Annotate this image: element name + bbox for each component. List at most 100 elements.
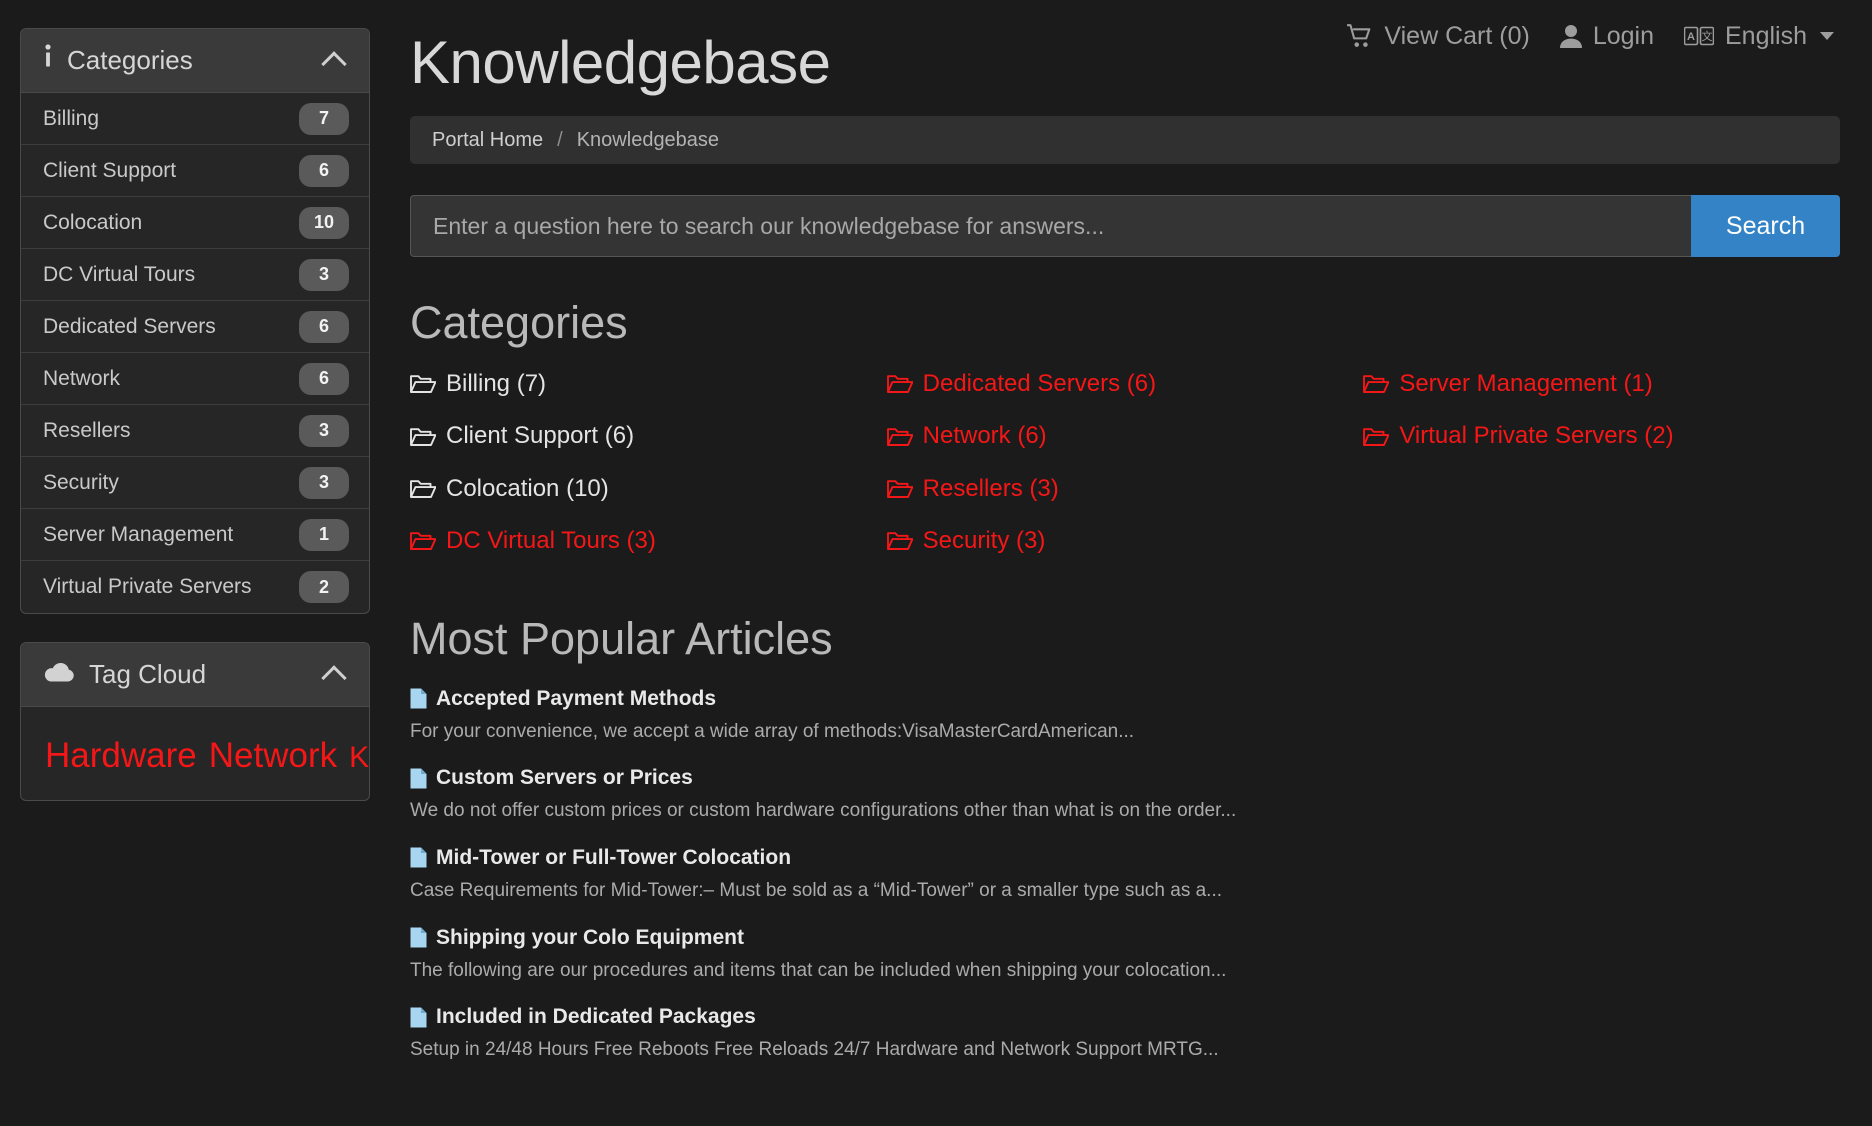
category-link-label: Virtual Private Servers (2)	[1399, 422, 1674, 450]
category-link-label: Resellers (3)	[922, 474, 1059, 502]
folder-open-icon	[410, 479, 436, 499]
tag-cloud-panel-header[interactable]: Tag Cloud	[21, 643, 369, 707]
cloud-icon	[43, 659, 75, 690]
article-item: Custom Servers or Prices We do not offer …	[410, 766, 1840, 824]
sidebar-item-label: Network	[43, 366, 121, 390]
sidebar-item-dc-virtual-tours[interactable]: DC Virtual Tours 3	[21, 249, 369, 301]
article-link[interactable]: Mid-Tower or Full-Tower Colocation	[410, 846, 1840, 870]
sidebar-item-count-badge: 6	[299, 362, 349, 395]
category-link-label: Security (3)	[922, 527, 1046, 555]
sidebar-item-label: Server Management	[43, 522, 234, 546]
folder-open-icon	[410, 427, 436, 447]
article-link[interactable]: Custom Servers or Prices	[410, 766, 1840, 790]
sidebar-item-count-badge: 1	[299, 518, 349, 551]
article-description: For your convenience, we accept a wide a…	[410, 720, 1135, 742]
category-link[interactable]: Dedicated Servers (6)	[886, 365, 1364, 403]
search-button[interactable]: Search	[1691, 195, 1840, 257]
category-link[interactable]: Security (3)	[886, 522, 1364, 560]
folder-open-icon	[886, 374, 913, 394]
article-title-label: Custom Servers or Prices	[436, 766, 693, 790]
article-description: The following are our procedures and ite…	[410, 959, 1227, 981]
file-icon	[410, 847, 427, 868]
article-item: Accepted Payment Methods For your conveni…	[410, 687, 1840, 745]
categories-panel-title: Categories	[67, 45, 193, 75]
sidebar-item-resellers[interactable]: Resellers 3	[21, 405, 369, 457]
sidebar-item-network[interactable]: Network 6	[21, 353, 369, 405]
tag-cloud-item[interactable]: KVM	[349, 741, 369, 774]
article-link[interactable]: Shipping your Colo Equipment	[410, 926, 1840, 950]
sidebar-item-label: Security	[43, 470, 119, 494]
sidebar-categories-panel: Categories Billing 7 Client Support 6 Coloca…	[20, 28, 370, 614]
article-description: Setup in 24/48 Hours Free Reboots Free R…	[410, 1039, 1219, 1061]
file-icon	[410, 1007, 427, 1028]
sidebar-item-count-badge: 6	[299, 310, 349, 343]
categories-heading: Categories	[410, 297, 628, 348]
categories-panel-header[interactable]: Categories	[21, 29, 369, 93]
tag-cloud-item[interactable]: Hardware	[45, 736, 197, 775]
chevron-up-icon[interactable]	[321, 50, 347, 77]
sidebar-item-virtual-private-servers[interactable]: Virtual Private Servers 2	[21, 561, 369, 613]
article-description: Case Requirements for Mid-Tower:– Must b…	[410, 879, 1223, 901]
article-title-label: Shipping your Colo Equipment	[436, 925, 744, 949]
file-icon	[410, 768, 427, 789]
category-link-label: Dedicated Servers (6)	[922, 370, 1157, 397]
sidebar-item-security[interactable]: Security 3	[21, 457, 369, 509]
search-input[interactable]	[410, 195, 1691, 257]
knowledgebase-page: View Cart (0) Login A 文 English Categori…	[0, 0, 1872, 1126]
category-grid-spacer	[1363, 470, 1840, 508]
sidebar-item-label: Colocation	[43, 210, 143, 234]
sidebar-item-count-badge: 7	[299, 102, 349, 135]
category-link-label: Billing (7)	[446, 370, 547, 397]
breadcrumb: Portal Home / Knowledgebase	[410, 116, 1840, 164]
chevron-up-icon[interactable]	[321, 664, 347, 691]
category-link[interactable]: Client Support (6)	[410, 417, 887, 455]
breadcrumb-separator: /	[557, 128, 563, 151]
category-link[interactable]: Virtual Private Servers (2)	[1363, 417, 1840, 455]
article-item: Shipping your Colo Equipment The followin…	[410, 926, 1840, 984]
category-grid: Billing (7) Dedicated Servers (6) Server M…	[410, 365, 1840, 561]
sidebar-item-count-badge: 3	[299, 414, 349, 447]
sidebar-item-billing[interactable]: Billing 7	[21, 93, 369, 145]
sidebar-item-label: Virtual Private Servers	[43, 575, 252, 598]
category-link-label: Client Support (6)	[446, 422, 635, 450]
category-grid-spacer	[1363, 522, 1840, 560]
sidebar-item-count-badge: 10	[299, 206, 349, 239]
category-link-label: Network (6)	[922, 422, 1047, 450]
category-link[interactable]: DC Virtual Tours (3)	[410, 522, 887, 560]
folder-open-icon	[1363, 374, 1390, 394]
tag-cloud-panel-title: Tag Cloud	[89, 659, 207, 689]
folder-open-icon	[886, 531, 913, 551]
sidebar-item-client-support[interactable]: Client Support 6	[21, 145, 369, 197]
category-link-label: DC Virtual Tours (3)	[446, 527, 656, 555]
category-link-label: Colocation (10)	[446, 474, 609, 502]
search-bar: Search	[410, 195, 1840, 257]
sidebar-item-colocation[interactable]: Colocation 10	[21, 197, 369, 249]
sidebar-category-list: Billing 7 Client Support 6 Colocation 10 DC Vi…	[21, 93, 369, 613]
category-link[interactable]: Billing (7)	[410, 365, 887, 403]
sidebar-item-count-badge: 2	[299, 571, 349, 603]
main-content: Knowledgebase Portal Home / Knowledgebas…	[410, 0, 1840, 1085]
article-list: Accepted Payment Methods For your conveni…	[410, 687, 1840, 1063]
sidebar-item-count-badge: 3	[299, 466, 349, 499]
sidebar-item-label: Billing	[43, 106, 100, 130]
category-link[interactable]: Network (6)	[886, 417, 1364, 455]
category-link[interactable]: Colocation (10)	[410, 470, 887, 508]
sidebar-item-label: Client Support	[43, 158, 177, 182]
article-title-label: Accepted Payment Methods	[436, 686, 717, 710]
folder-open-icon	[410, 531, 436, 551]
popular-articles-heading: Most Popular Articles	[410, 612, 833, 664]
category-link[interactable]: Resellers (3)	[886, 470, 1364, 508]
breadcrumb-portal-home[interactable]: Portal Home	[432, 129, 543, 152]
sidebar-tag-cloud-panel: Tag Cloud HardwareNetworkKVMPaymentAcces…	[20, 642, 370, 802]
category-link[interactable]: Server Management (1)	[1363, 365, 1840, 403]
article-link[interactable]: Accepted Payment Methods	[410, 687, 1840, 711]
sidebar-item-count-badge: 6	[299, 154, 349, 187]
tag-cloud-item[interactable]: Network	[209, 736, 337, 775]
sidebar-item-server-management[interactable]: Server Management 1	[21, 509, 369, 561]
article-description: We do not offer custom prices or custom …	[410, 800, 1237, 822]
sidebar: Categories Billing 7 Client Support 6 Coloca…	[20, 28, 370, 829]
article-title-label: Included in Dedicated Packages	[436, 1005, 756, 1029]
article-link[interactable]: Included in Dedicated Packages	[410, 1005, 1840, 1029]
sidebar-item-dedicated-servers[interactable]: Dedicated Servers 6	[21, 301, 369, 353]
folder-open-icon	[410, 374, 436, 394]
